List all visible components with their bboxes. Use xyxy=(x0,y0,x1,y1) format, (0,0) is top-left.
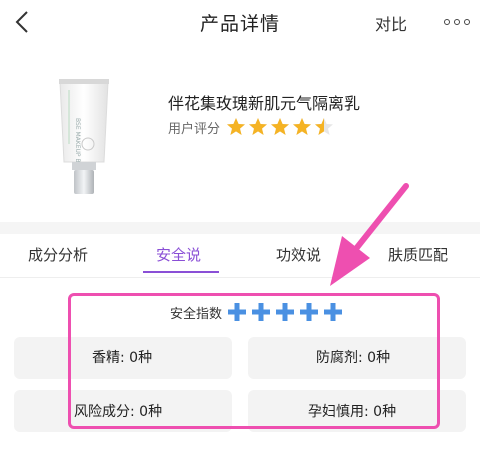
compare-button[interactable]: 对比 xyxy=(375,11,407,35)
tab-skin-match[interactable]: 肤质匹配 xyxy=(388,244,448,265)
rating-label: 用户评分 xyxy=(168,121,221,137)
rating-row: 用户评分 xyxy=(168,116,336,138)
more-dot xyxy=(454,19,460,25)
more-horizontal-icon xyxy=(444,19,450,25)
star-icon xyxy=(315,118,334,135)
section-divider xyxy=(0,222,480,234)
chevron-left-icon xyxy=(15,11,28,33)
product-detail-page: 产品详情 对比 BSE MAKEUP BSE 伴花集玫瑰新肌元气隔离乳 用户评分… xyxy=(0,0,480,450)
tab-ingredient-analysis[interactable]: 成分分析 xyxy=(28,244,88,265)
more-button[interactable] xyxy=(444,12,470,32)
product-image[interactable]: BSE MAKEUP BSE xyxy=(58,78,110,196)
tab-safety[interactable]: 安全说 xyxy=(156,244,201,265)
product-name: 伴花集玫瑰新肌元气隔离乳 xyxy=(168,94,361,113)
header-bar: 产品详情 对比 xyxy=(0,0,480,44)
star-icon xyxy=(249,118,268,135)
more-dot xyxy=(464,19,470,25)
rating-stars xyxy=(226,117,336,137)
active-tab-indicator xyxy=(143,271,219,273)
page-title: 产品详情 xyxy=(199,12,280,35)
tab-bar: 成分分析 安全说 功效说 肤质匹配 xyxy=(0,234,480,274)
star-icon xyxy=(227,118,246,135)
star-icon xyxy=(271,118,290,135)
tab-efficacy[interactable]: 功效说 xyxy=(276,244,321,265)
star-icon xyxy=(293,118,312,135)
annotation-highlight-box xyxy=(68,293,440,429)
tabs-divider xyxy=(0,277,480,278)
back-button[interactable] xyxy=(10,8,34,36)
